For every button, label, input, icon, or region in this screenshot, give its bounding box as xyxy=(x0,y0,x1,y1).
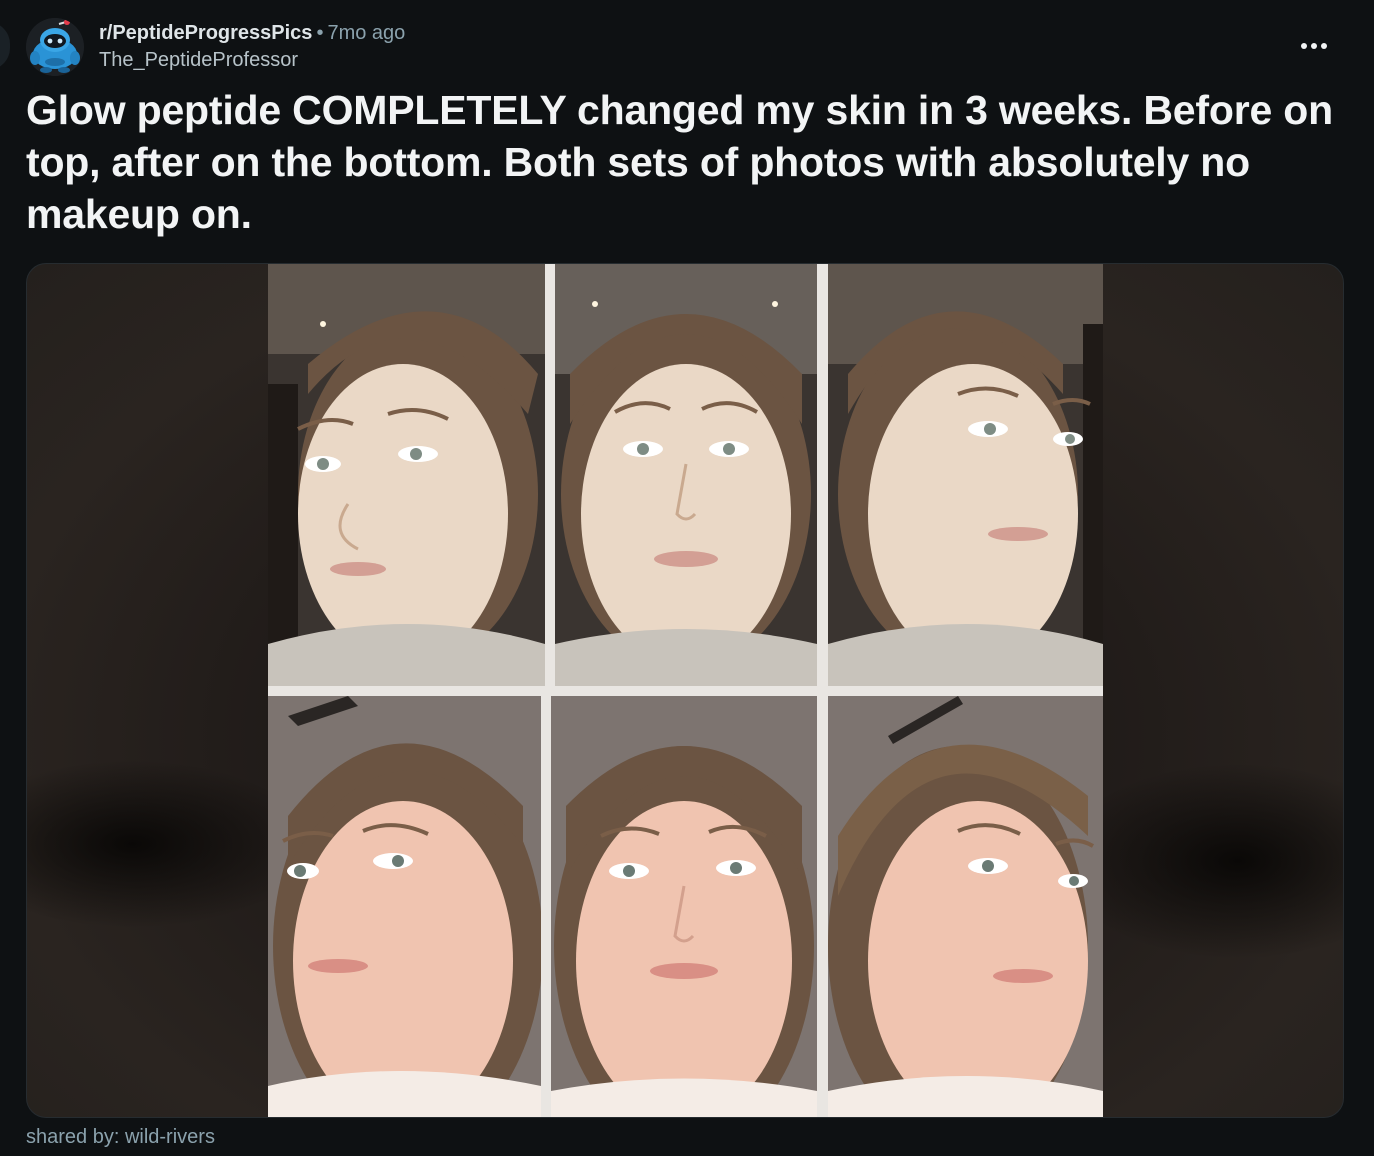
before-photo-left xyxy=(268,264,545,686)
post-meta: r/PeptideProgressPics • 7mo ago The_Peptid… xyxy=(99,20,405,74)
post-age: 7mo ago xyxy=(327,22,406,44)
photo-collage xyxy=(268,264,1103,1117)
before-photo-front xyxy=(555,264,817,686)
post-title[interactable]: Glow peptide COMPLETELY changed my skin … xyxy=(26,84,1346,240)
robot-mascot-icon xyxy=(26,18,84,76)
before-photo-right xyxy=(828,264,1103,686)
meta-separator: • xyxy=(316,22,324,44)
subreddit-avatar[interactable] xyxy=(26,18,84,76)
shared-by-caption: shared by: wild-rivers xyxy=(26,1126,215,1148)
after-photo-left xyxy=(268,696,541,1117)
after-photo-front xyxy=(551,696,817,1117)
post-meta-row: r/PeptideProgressPics • 7mo ago xyxy=(99,20,405,46)
post-image[interactable] xyxy=(26,263,1344,1118)
sidebar-edge[interactable] xyxy=(0,22,10,70)
post-page: r/PeptideProgressPics • 7mo ago The_Peptid… xyxy=(0,0,1374,1156)
author-link[interactable]: The_PeptideProfessor xyxy=(99,46,405,74)
more-options-button[interactable] xyxy=(1294,30,1334,62)
subreddit-link[interactable]: r/PeptideProgressPics xyxy=(99,22,312,44)
more-options-icon xyxy=(1301,43,1327,49)
after-photo-right xyxy=(828,696,1103,1117)
